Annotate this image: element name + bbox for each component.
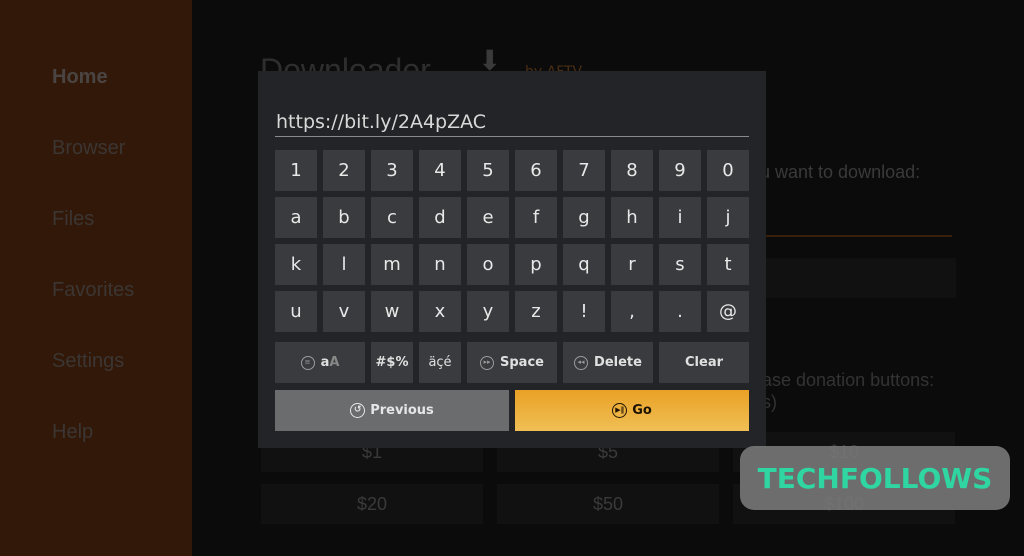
- key-r[interactable]: r: [611, 244, 653, 285]
- key-t[interactable]: t: [707, 244, 749, 285]
- key-q[interactable]: q: [563, 244, 605, 285]
- clear-key[interactable]: Clear: [659, 342, 749, 383]
- accents-key[interactable]: äçé: [419, 342, 461, 383]
- download-arrow-icon: ⬇: [478, 44, 502, 77]
- sidebar-item-settings[interactable]: Settings: [52, 350, 124, 373]
- key-sym-7[interactable]: ,: [611, 291, 653, 332]
- key-4[interactable]: 4: [419, 150, 461, 191]
- key-i[interactable]: i: [659, 197, 701, 238]
- screen: Home Browser Files Favorites Settings He…: [0, 0, 1024, 556]
- key-sym-6[interactable]: !: [563, 291, 605, 332]
- donation-prompt: ase donation buttons:: [762, 370, 935, 390]
- sidebar-item-browser[interactable]: Browser: [52, 137, 125, 160]
- donation-button-20[interactable]: $20: [261, 484, 483, 524]
- space-label: Space: [500, 355, 544, 370]
- go-label: Go: [632, 403, 652, 418]
- keyboard-dialog: https://bit.ly/2A4pZAC 1234567890abcdefg…: [258, 71, 766, 448]
- key-c[interactable]: c: [371, 197, 413, 238]
- delete-key[interactable]: ◂◂ Delete: [563, 342, 653, 383]
- key-9[interactable]: 9: [659, 150, 701, 191]
- sidebar-item-home[interactable]: Home: [52, 66, 108, 89]
- menu-icon: ≡: [300, 355, 315, 370]
- key-h[interactable]: h: [611, 197, 653, 238]
- key-u[interactable]: u: [275, 291, 317, 332]
- watermark: TECHFOLLOWS: [740, 446, 1010, 510]
- case-toggle-key[interactable]: ≡ aA: [275, 342, 365, 383]
- back-icon: ↺: [350, 403, 366, 418]
- case-upper-label: A: [329, 355, 340, 370]
- sidebar-item-files[interactable]: Files: [52, 208, 94, 231]
- url-prompt-label: u want to download:: [760, 162, 921, 182]
- key-o[interactable]: o: [467, 244, 509, 285]
- donation-button-50[interactable]: $50: [497, 484, 719, 524]
- sidebar-item-favorites[interactable]: Favorites: [52, 279, 134, 302]
- key-b[interactable]: b: [323, 197, 365, 238]
- key-0[interactable]: 0: [707, 150, 749, 191]
- key-a[interactable]: a: [275, 197, 317, 238]
- delete-label: Delete: [594, 355, 642, 370]
- key-e[interactable]: e: [467, 197, 509, 238]
- key-n[interactable]: n: [419, 244, 461, 285]
- key-d[interactable]: d: [419, 197, 461, 238]
- key-j[interactable]: j: [707, 197, 749, 238]
- key-v[interactable]: v: [323, 291, 365, 332]
- previous-label: Previous: [370, 403, 434, 418]
- symbols-key[interactable]: #$%: [371, 342, 413, 383]
- key-7[interactable]: 7: [563, 150, 605, 191]
- case-lower-label: a: [320, 355, 330, 370]
- play-pause-icon: ▶‖: [612, 403, 628, 418]
- key-8[interactable]: 8: [611, 150, 653, 191]
- key-6[interactable]: 6: [515, 150, 557, 191]
- go-button[interactable]: ▶‖ Go: [515, 390, 749, 431]
- rewind-icon: ◂◂: [574, 355, 589, 370]
- key-w[interactable]: w: [371, 291, 413, 332]
- background-go-button[interactable]: [764, 258, 956, 298]
- key-1[interactable]: 1: [275, 150, 317, 191]
- key-z[interactable]: z: [515, 291, 557, 332]
- key-3[interactable]: 3: [371, 150, 413, 191]
- key-l[interactable]: l: [323, 244, 365, 285]
- sidebar-item-help[interactable]: Help: [52, 421, 93, 444]
- fast-forward-icon: ▸▸: [480, 355, 495, 370]
- key-g[interactable]: g: [563, 197, 605, 238]
- key-k[interactable]: k: [275, 244, 317, 285]
- key-m[interactable]: m: [371, 244, 413, 285]
- key-s[interactable]: s: [659, 244, 701, 285]
- key-p[interactable]: p: [515, 244, 557, 285]
- key-2[interactable]: 2: [323, 150, 365, 191]
- key-sym-8[interactable]: .: [659, 291, 701, 332]
- url-input[interactable]: https://bit.ly/2A4pZAC: [275, 109, 749, 137]
- key-x[interactable]: x: [419, 291, 461, 332]
- sidebar: Home Browser Files Favorites Settings He…: [0, 0, 192, 556]
- space-key[interactable]: ▸▸ Space: [467, 342, 557, 383]
- key-f[interactable]: f: [515, 197, 557, 238]
- url-input-underline: [764, 235, 952, 237]
- previous-button[interactable]: ↺ Previous: [275, 390, 509, 431]
- key-y[interactable]: y: [467, 291, 509, 332]
- key-5[interactable]: 5: [467, 150, 509, 191]
- key-sym-9[interactable]: @: [707, 291, 749, 332]
